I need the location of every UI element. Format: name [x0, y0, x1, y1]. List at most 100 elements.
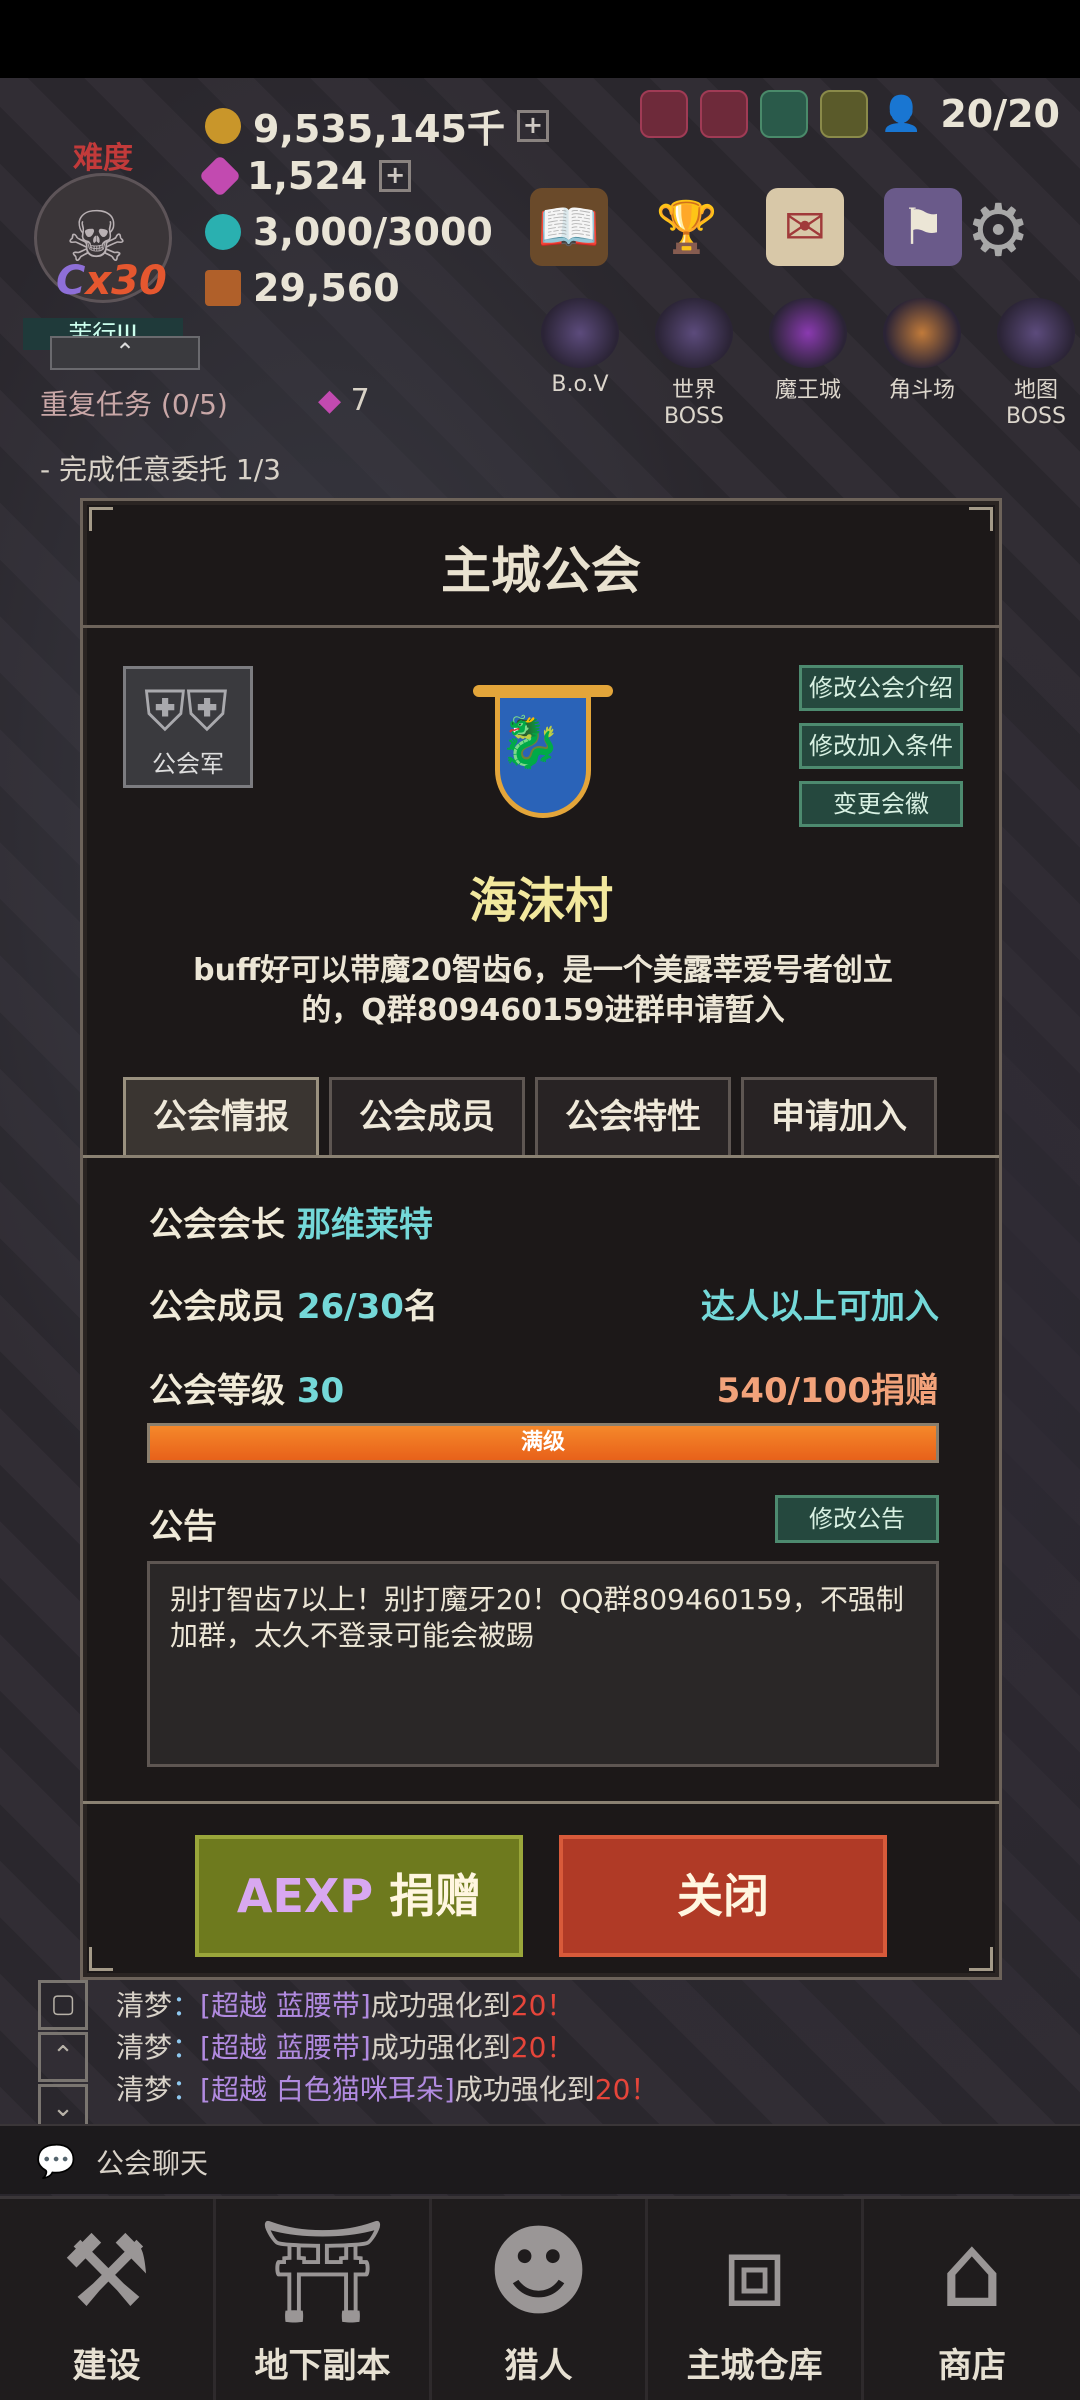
edit-join-condition-button[interactable]: 修改加入条件	[799, 723, 963, 769]
tab-guild-traits[interactable]: 公会特性	[535, 1077, 731, 1155]
chest-icon	[205, 270, 241, 306]
boss-arena[interactable]: 角斗场	[872, 298, 972, 429]
edit-notice-button[interactable]: 修改公告	[775, 1495, 939, 1543]
gold-resource: 9,535,145千 +	[205, 98, 549, 153]
tab-guild-members[interactable]: 公会成员	[329, 1077, 525, 1155]
gem-icon: ◆	[318, 383, 342, 418]
edit-intro-button[interactable]: 修改公会介绍	[799, 665, 963, 711]
gold-coin-icon	[205, 107, 241, 144]
leader-label: 公会会长	[149, 1205, 285, 1245]
shop-icon: ⌂	[940, 2213, 1004, 2330]
person-icon: 👤	[880, 94, 923, 134]
demon-castle-icon	[769, 298, 847, 368]
chat-line: 清梦：[超越 蓝腰带]成功强化到20！	[116, 1989, 575, 2022]
guild-tabs: 公会情报 公会成员 公会特性 申请加入	[123, 1077, 937, 1155]
close-button[interactable]: 关闭	[559, 1835, 887, 1957]
arena-icon	[883, 298, 961, 368]
dialog-title: 主城公会	[441, 542, 641, 600]
frame-corner	[89, 507, 113, 531]
tab-apply-join[interactable]: 申请加入	[741, 1077, 937, 1155]
add-gems-button[interactable]: +	[379, 160, 412, 192]
guild-rank-badge[interactable]: ⛨⛨ 公会军	[123, 666, 253, 788]
repeat-quest-title[interactable]: 重复任务 (0/5)	[40, 383, 228, 423]
knights-icon: ⛨⛨	[144, 679, 228, 744]
frame-corner	[969, 1947, 993, 1971]
status-bar	[0, 0, 1080, 78]
nav-dungeon[interactable]: ⛩ 地下副本	[216, 2199, 432, 2400]
gate-icon: ⛩	[259, 2213, 386, 2330]
world-boss-icon	[655, 298, 733, 368]
divider	[83, 1801, 999, 1804]
quest-reward: ◆ 7	[318, 383, 370, 418]
members-value: 26/30	[296, 1287, 404, 1327]
buff-icon-3[interactable]	[760, 90, 808, 138]
buff-icon-4[interactable]	[820, 90, 868, 138]
book-icon[interactable]: 📖	[530, 188, 608, 266]
notice-label: 公告	[149, 1507, 217, 1547]
rank-badge-label: 公会军	[152, 750, 224, 778]
level-value: 30	[296, 1371, 345, 1411]
nav-hunter[interactable]: ☻ 猎人	[432, 2199, 648, 2400]
boss-world[interactable]: 世界BOSS	[644, 298, 744, 429]
buff-icons: 👤 20/20	[640, 90, 1060, 138]
boss-demon-castle[interactable]: 魔王城	[758, 298, 858, 429]
divider	[83, 625, 999, 628]
nav-shop[interactable]: ⌂ 商店	[864, 2199, 1080, 2400]
guild-chat-label: 公会聊天	[96, 2147, 209, 2180]
hammer-icon: ⚒	[61, 2213, 152, 2330]
buff-icon-1[interactable]	[640, 90, 688, 138]
trophy-icon[interactable]: 🏆	[648, 188, 726, 266]
donate-button[interactable]: AEXP 捐赠	[195, 1835, 523, 1957]
chest-resource: 29,560	[205, 266, 400, 310]
stamina-resource: 3,000/3000	[205, 210, 493, 254]
nav-warehouse[interactable]: ⧈ 主城仓库	[648, 2199, 864, 2400]
quest-progress: - 完成任意委托 1/3	[40, 453, 281, 486]
frame-corner	[89, 1947, 113, 1971]
mail-icon[interactable]: ✉	[766, 188, 844, 266]
map-icon[interactable]: ⚑	[884, 188, 962, 266]
hunter-icon: ☻	[486, 2213, 591, 2330]
leader-row: 公会会长 那维莱特	[149, 1197, 939, 1246]
gear-icon[interactable]: ⚙	[966, 188, 1031, 272]
tab-guild-info[interactable]: 公会情报	[123, 1077, 319, 1155]
chat-line: 清梦：[超越 白色猫咪耳朵]成功强化到20！	[116, 2073, 659, 2106]
chat-expand-icon[interactable]: ▢	[38, 1980, 88, 2030]
change-emblem-button[interactable]: 变更会徽	[799, 781, 963, 827]
bov-icon	[541, 298, 619, 368]
difficulty-label: 难度	[73, 141, 133, 176]
slot-count: 20/20	[940, 92, 1060, 136]
join-condition: 达人以上可加入	[701, 1287, 939, 1327]
guild-dialog: 主城公会 ⛨⛨ 公会军 🐉 修改公会介绍 修改加入条件 变更会徽 海沫村 buf…	[80, 498, 1002, 1980]
chest-icon: ⧈	[722, 2213, 787, 2330]
nav-build[interactable]: ⚒ 建设	[0, 2199, 216, 2400]
add-gold-button[interactable]: +	[516, 109, 549, 142]
difficulty-multiplier: Cx30	[56, 258, 167, 304]
stamina-icon	[205, 214, 241, 250]
feature-icons: 📖 🏆 ✉ ⚑	[530, 188, 962, 266]
gem-icon	[198, 154, 242, 198]
chat-line: 清梦：[超越 蓝腰带]成功强化到20！	[116, 2031, 575, 2064]
top-hud: 难度 ☠ Cx30 苦行III 9,535,145千 + 1,524 + 3,0…	[0, 78, 1080, 498]
members-unit: 名	[403, 1287, 438, 1327]
guild-chat-bar[interactable]: 💬 公会聊天	[0, 2124, 1080, 2194]
quest-collapse-toggle[interactable]: ⌃	[50, 336, 200, 370]
guild-description: buff好可以带魔20智齿6，是一个美露莘爱号者创立的，Q群809460159进…	[193, 953, 893, 1028]
guild-name: 海沫村	[468, 873, 613, 929]
level-bar-text: 满级	[520, 1430, 565, 1455]
level-label: 公会等级	[149, 1371, 285, 1411]
bottom-nav: ⚒ 建设 ⛩ 地下副本 ☻ 猎人 ⧈ 主城仓库 ⌂ 商店	[0, 2196, 1080, 2400]
chat-area: ▢ ⌃ ⌄ 清梦：[超越 蓝腰带]成功强化到20！ 清梦：[超越 蓝腰带]成功强…	[0, 1980, 1080, 2140]
donate-label: 捐赠	[389, 1869, 482, 1923]
guild-emblem: 🐉	[473, 673, 613, 843]
level-progress-bar: 满级	[147, 1423, 939, 1463]
difficulty-avatar[interactable]: 难度 ☠ Cx30 苦行III	[23, 133, 183, 350]
boss-map[interactable]: 地图BOSS	[986, 298, 1080, 429]
chat-bubble-icon: 💬	[36, 2142, 76, 2180]
members-label: 公会成员	[149, 1287, 285, 1327]
boss-row: B.o.V 世界BOSS 魔王城 角斗场 地图BOSS	[530, 298, 1080, 429]
boss-bov[interactable]: B.o.V	[530, 298, 630, 429]
chevron-up-icon[interactable]: ⌃	[38, 2032, 88, 2082]
leader-name: 那维莱特	[296, 1205, 433, 1245]
dragon-icon: 🐉	[499, 713, 562, 771]
buff-icon-2[interactable]	[700, 90, 748, 138]
